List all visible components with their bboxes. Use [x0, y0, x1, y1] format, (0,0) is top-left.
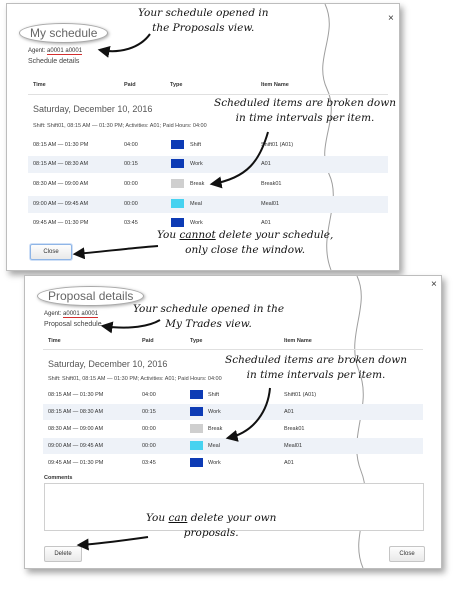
annotation-text: delete your own	[187, 512, 277, 524]
arrow-to-agent	[97, 33, 151, 58]
annotation-text: You	[146, 512, 169, 524]
annotation-text: You	[157, 229, 180, 241]
annotation-can-delete: You can delete your own proposals.	[146, 511, 276, 541]
arrow-to-close-button	[72, 245, 159, 260]
annotation-emphasis: cannot	[179, 229, 216, 241]
annotation-text: delete your schedule,	[215, 229, 334, 241]
annotation-line: in time intervals per item.	[235, 112, 375, 124]
annotation-line: My Trades view.	[165, 318, 252, 330]
annotation-cannot-delete: You cannot delete your schedule, only cl…	[157, 228, 333, 258]
annotation-scheduled-items-2: Scheduled items are broken down in time …	[225, 353, 407, 383]
annotation-line: in time intervals per item.	[246, 369, 386, 381]
annotation-line: You cannot delete your schedule,	[157, 228, 333, 243]
annotation-line: proposals.	[183, 527, 239, 539]
annotation-my-trades: Your schedule opened in the My Trades vi…	[133, 302, 284, 332]
annotation-line: Your schedule opened in the	[133, 303, 285, 315]
annotation-line: only close the window.	[185, 244, 306, 256]
annotation-line: Scheduled items are broken down	[214, 97, 397, 109]
arrow-to-break-row	[209, 131, 269, 189]
arrow-to-delete-button	[76, 536, 149, 551]
annotation-emphasis: can	[168, 512, 188, 524]
annotation-arrows	[72, 33, 271, 551]
arrow-to-meal-row	[225, 387, 271, 442]
annotation-line: Scheduled items are broken down	[225, 354, 408, 366]
annotation-scheduled-items: Scheduled items are broken down in time …	[214, 96, 396, 126]
annotation-line: You can delete your own	[146, 511, 276, 526]
